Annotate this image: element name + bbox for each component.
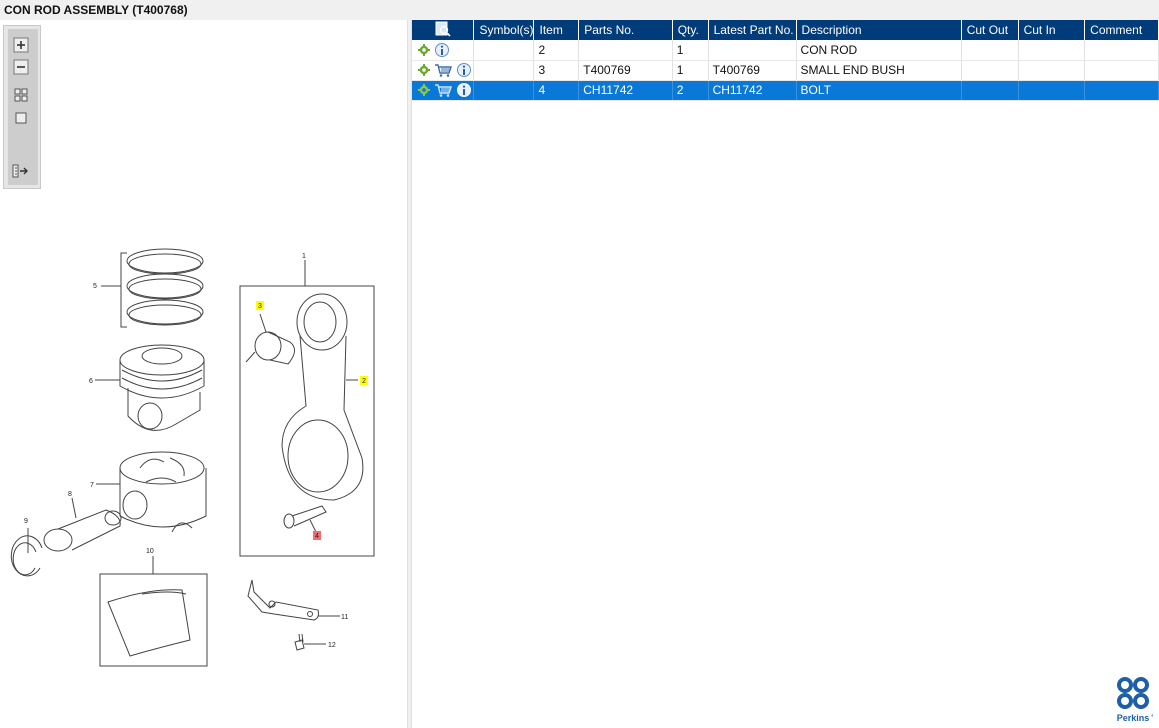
cell-item: 3	[533, 60, 580, 81]
cell-qty: 1	[672, 40, 709, 61]
diagram-toolbar	[3, 25, 41, 189]
window-title: CON ROD ASSEMBLY (T400768)	[4, 3, 188, 17]
thumbnails-button[interactable]	[12, 86, 30, 104]
perkins-logo-text: Perkins	[1117, 713, 1150, 723]
table-row-selected[interactable]: 4 CH11742 2 CH11742 BOLT	[412, 80, 1159, 101]
callout-3[interactable]: 3	[258, 303, 262, 310]
cell-item: 2	[533, 40, 580, 61]
cell-parts-no: CH11742	[578, 80, 673, 101]
column-header-view[interactable]	[412, 20, 475, 40]
callout-1[interactable]: 1	[302, 253, 306, 260]
fit-icon	[15, 112, 27, 124]
exploded-parts-diagram[interactable]: 1 2 3 4 5 6 7 8 9 10 11 12	[0, 210, 407, 680]
table-row[interactable]: 3 T400769 1 T400769 SMALL END BUSH	[412, 60, 1159, 81]
callout-6[interactable]: 6	[89, 378, 93, 385]
info-icon[interactable]	[456, 82, 472, 98]
callout-2[interactable]: 2	[362, 378, 366, 385]
column-header-parts-no[interactable]: Parts No.	[578, 20, 673, 40]
callout-7[interactable]: 7	[90, 482, 94, 489]
diagram-pane: 1 2 3 4 5 6 7 8 9 10 11 12	[0, 20, 407, 728]
parts-table: Symbol(s) Item Parts No. Qty. Latest Par…	[412, 20, 1159, 101]
callout-9[interactable]: 9	[24, 518, 28, 525]
column-header-symbols[interactable]: Symbol(s)	[473, 20, 535, 40]
cell-parts-no: T400769	[578, 60, 673, 81]
cell-description: CON ROD	[796, 40, 962, 61]
callout-8[interactable]: 8	[68, 491, 72, 498]
panel-toggle-icon	[12, 164, 28, 178]
perkins-logo: Perkins ®	[1117, 677, 1153, 723]
cell-description: SMALL END BUSH	[796, 60, 962, 81]
magnifier-document-icon	[435, 21, 451, 37]
zoom-out-icon	[13, 59, 29, 75]
column-header-item[interactable]: Item	[533, 20, 580, 40]
info-icon[interactable]	[434, 42, 450, 58]
parts-list-pane: Symbol(s) Item Parts No. Qty. Latest Par…	[412, 20, 1159, 728]
info-icon[interactable]	[456, 62, 472, 78]
cell-description: BOLT	[796, 80, 962, 101]
callout-4[interactable]: 4	[315, 533, 319, 540]
thumbnails-icon	[14, 88, 28, 102]
cell-latest-part-no	[708, 40, 797, 61]
gear-icon[interactable]	[418, 43, 430, 56]
zoom-out-button[interactable]	[12, 58, 30, 76]
cell-qty: 2	[672, 80, 709, 101]
fit-button[interactable]	[12, 109, 30, 127]
column-header-comment[interactable]: Comment	[1084, 20, 1159, 40]
cart-icon[interactable]	[434, 83, 452, 97]
zoom-in-button[interactable]	[12, 36, 30, 54]
column-header-cut-out[interactable]: Cut Out	[961, 20, 1019, 40]
column-header-cut-in[interactable]: Cut In	[1018, 20, 1086, 40]
cell-qty: 1	[672, 60, 709, 81]
table-row[interactable]: 2 1 CON ROD	[412, 40, 1159, 61]
cell-latest-part-no: CH11742	[708, 80, 797, 101]
callout-11[interactable]: 11	[341, 614, 348, 621]
cell-latest-part-no: T400769	[708, 60, 797, 81]
callout-10[interactable]: 10	[146, 548, 154, 555]
column-header-latest-part-no[interactable]: Latest Part No.	[708, 20, 797, 40]
gear-icon[interactable]	[418, 84, 430, 96]
callout-12[interactable]: 12	[328, 642, 336, 649]
panel-toggle-button[interactable]	[12, 162, 30, 180]
callout-5[interactable]: 5	[93, 283, 97, 290]
column-header-qty[interactable]: Qty.	[672, 20, 709, 40]
column-header-description[interactable]: Description	[796, 20, 962, 40]
title-bar: CON ROD ASSEMBLY (T400768)	[0, 0, 1159, 21]
gear-icon[interactable]	[418, 64, 430, 76]
table-header-row: Symbol(s) Item Parts No. Qty. Latest Par…	[412, 20, 1159, 40]
zoom-in-icon	[13, 37, 29, 53]
cell-item: 4	[533, 80, 580, 101]
cell-parts-no	[578, 40, 673, 61]
cart-icon[interactable]	[434, 63, 452, 77]
perkins-logo-trademark: ®	[1151, 713, 1153, 718]
